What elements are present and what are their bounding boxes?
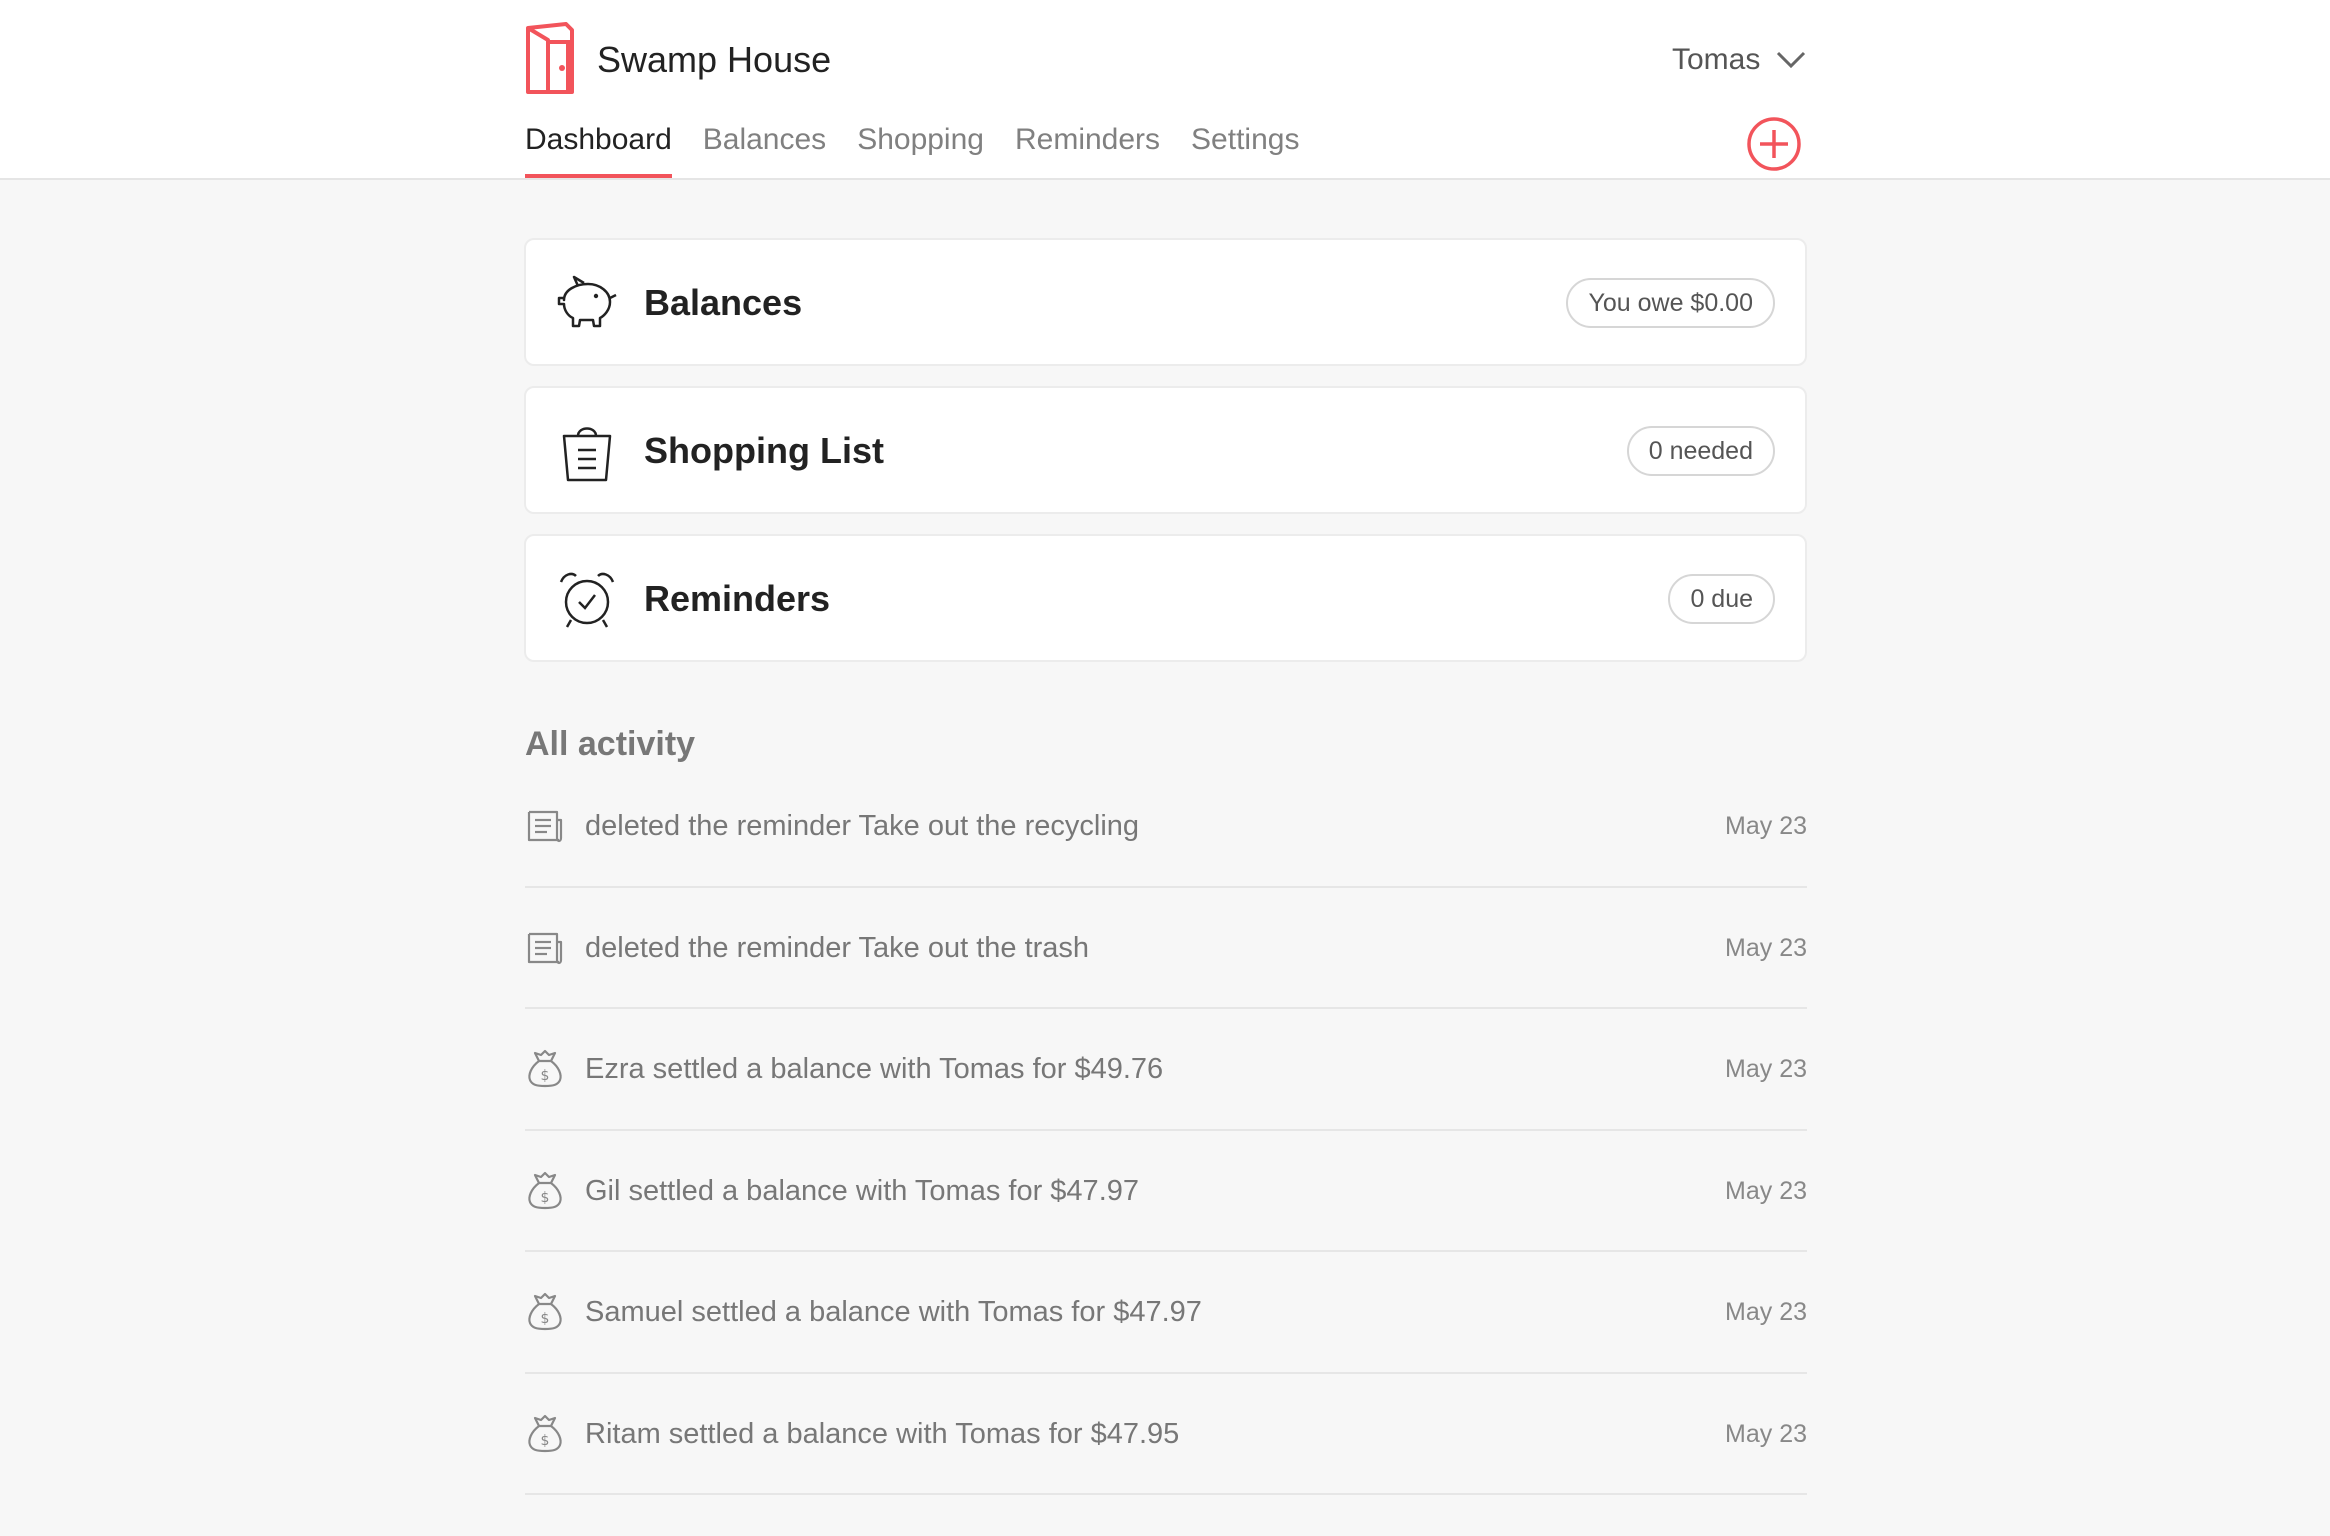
activity-heading: All activity bbox=[525, 725, 696, 763]
shopping-list-card[interactable]: Shopping List 0 needed bbox=[524, 386, 1807, 514]
shopping-bag-icon bbox=[562, 427, 612, 482]
activity-item[interactable]: $ Gil settled a balance with Tomas for $… bbox=[525, 1131, 1807, 1252]
balance-badge: You owe $0.00 bbox=[1566, 278, 1775, 328]
user-name: Tomas bbox=[1672, 43, 1761, 76]
activity-item[interactable]: deleted the reminder Take out the recycl… bbox=[525, 766, 1807, 888]
money-bag-icon: $ bbox=[528, 1171, 562, 1209]
svg-text:$: $ bbox=[541, 1311, 550, 1327]
activity-text: Ritam settled a balance with Tomas for $… bbox=[585, 1417, 1180, 1450]
app-title[interactable]: Swamp House bbox=[597, 36, 831, 84]
piggy-bank-icon bbox=[557, 275, 617, 328]
tab-shopping[interactable]: Shopping bbox=[857, 118, 984, 178]
card-title: Reminders bbox=[644, 578, 831, 619]
tab-balances[interactable]: Balances bbox=[703, 118, 826, 178]
activity-text: Samuel settled a balance with Tomas for … bbox=[585, 1296, 1202, 1328]
money-bag-icon: $ bbox=[528, 1049, 562, 1088]
tab-dashboard[interactable]: Dashboard bbox=[525, 118, 672, 178]
needed-badge: 0 needed bbox=[1626, 426, 1775, 476]
tab-settings[interactable]: Settings bbox=[1191, 118, 1299, 178]
reminders-card[interactable]: Reminders 0 due bbox=[524, 534, 1807, 662]
activity-date: May 23 bbox=[1725, 1055, 1807, 1083]
activity-date: May 23 bbox=[1725, 1176, 1807, 1205]
tab-reminders[interactable]: Reminders bbox=[1015, 118, 1160, 178]
document-icon bbox=[527, 810, 563, 843]
card-title: Shopping List bbox=[644, 430, 884, 471]
activity-date: May 23 bbox=[1725, 933, 1807, 962]
activity-date: May 23 bbox=[1725, 1298, 1807, 1326]
top-header: Swamp House Tomas Dashboard Balances Sho… bbox=[0, 0, 2330, 180]
card-title: Balances bbox=[644, 282, 803, 323]
activity-text: deleted the reminder Take out the recycl… bbox=[585, 810, 1140, 842]
activity-item[interactable]: $ Ritam settled a balance with Tomas for… bbox=[525, 1374, 1807, 1495]
activity-text: deleted the reminder Take out the trash bbox=[585, 931, 1090, 964]
activity-list: deleted the reminder Take out the recycl… bbox=[525, 766, 1807, 1495]
activity-item[interactable]: $ Samuel settled a balance with Tomas fo… bbox=[525, 1252, 1807, 1374]
nav-tabs: Dashboard Balances Shopping Reminders Se… bbox=[525, 118, 1330, 178]
user-menu[interactable]: Tomas bbox=[1672, 38, 1806, 82]
money-bag-icon: $ bbox=[528, 1414, 562, 1452]
activity-item[interactable]: deleted the reminder Take out the trash … bbox=[525, 888, 1807, 1009]
activity-text: Gil settled a balance with Tomas for $47… bbox=[585, 1174, 1140, 1207]
balances-card[interactable]: Balances You owe $0.00 bbox=[524, 238, 1807, 366]
svg-text:$: $ bbox=[541, 1068, 550, 1084]
activity-text: Ezra settled a balance with Tomas for $4… bbox=[585, 1053, 1164, 1085]
activity-date: May 23 bbox=[1725, 812, 1807, 840]
chevron-down-icon bbox=[1777, 51, 1806, 69]
document-icon bbox=[527, 932, 563, 964]
activity-item[interactable]: $ Ezra settled a balance with Tomas for … bbox=[525, 1009, 1807, 1131]
due-badge: 0 due bbox=[1668, 574, 1775, 624]
door-icon[interactable] bbox=[522, 22, 578, 96]
svg-text:$: $ bbox=[541, 1190, 550, 1206]
add-button[interactable] bbox=[1746, 116, 1802, 172]
activity-date: May 23 bbox=[1725, 1419, 1807, 1448]
alarm-clock-icon bbox=[559, 572, 615, 628]
svg-text:$: $ bbox=[541, 1433, 550, 1449]
money-bag-icon: $ bbox=[528, 1292, 562, 1331]
